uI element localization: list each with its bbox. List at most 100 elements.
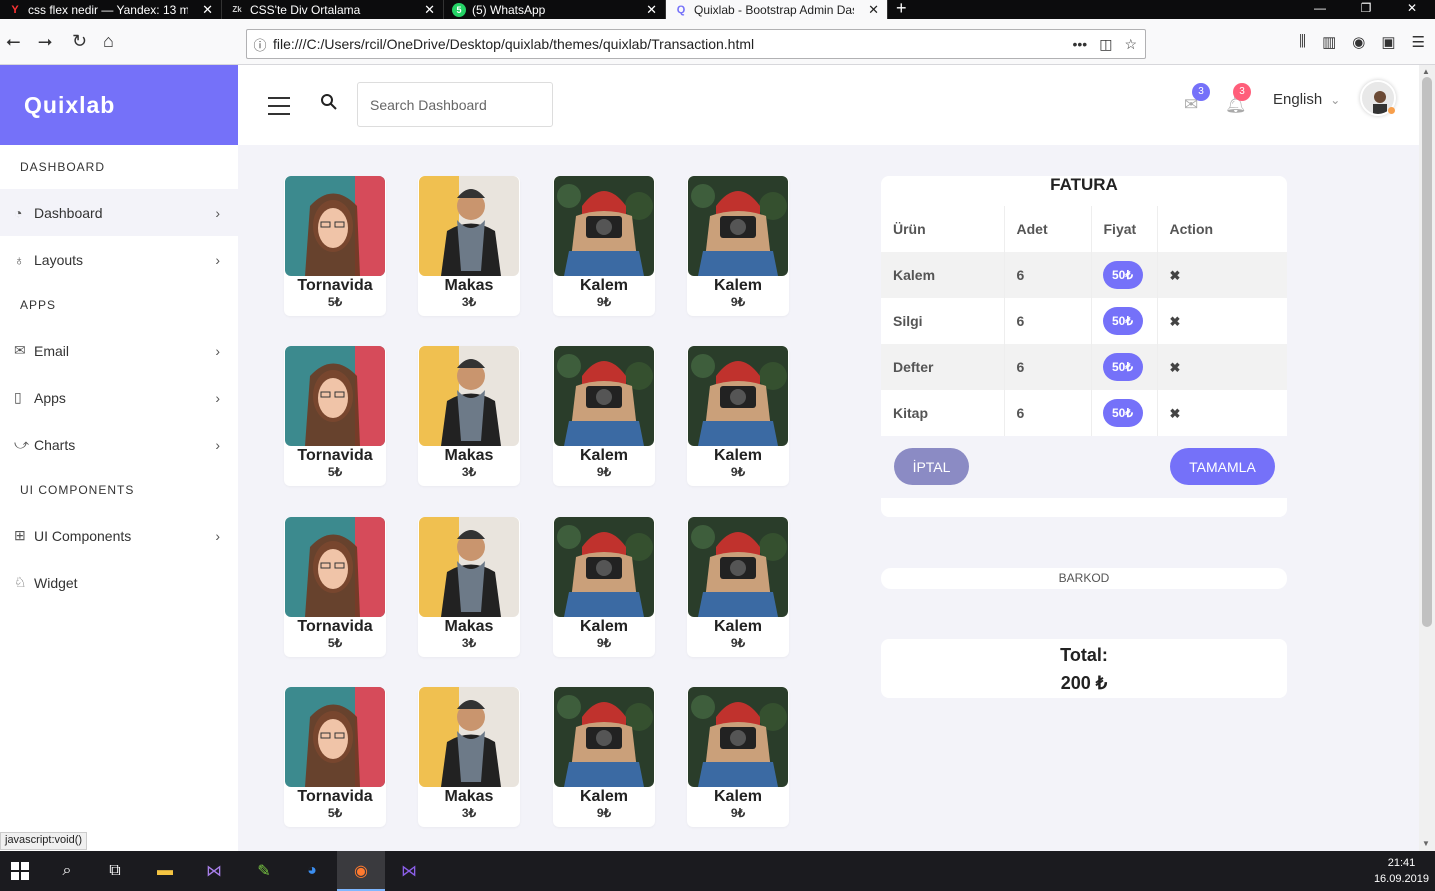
hamburger-icon[interactable] [268, 97, 290, 121]
forward-icon[interactable]: ⭢ [38, 31, 52, 52]
search-input[interactable] [357, 82, 553, 127]
firefox-dev-icon[interactable]: ◕ [300, 859, 324, 883]
product-card[interactable]: Tornavida 5₺ [284, 687, 386, 827]
browser-tab[interactable]: Y css flex nedir — Yandex: 13 milli ✕ [0, 0, 222, 19]
product-price: 3₺ [461, 295, 477, 309]
product-card[interactable]: Makas 3₺ [418, 517, 520, 657]
total-card: Total: 200 ₺ [881, 639, 1287, 698]
visual-studio-code-icon[interactable]: ⋈ [397, 859, 421, 883]
price-badge: 50₺ [1102, 307, 1143, 335]
browser-tab[interactable]: Zk CSS'te Div Ortalama ✕ [222, 0, 444, 19]
account-icon[interactable]: ◉ [1352, 33, 1365, 51]
cancel-button[interactable]: İPTAL [894, 448, 969, 485]
windows-start-icon[interactable] [8, 859, 32, 883]
complete-button[interactable]: TAMAMLA [1170, 448, 1275, 485]
close-icon[interactable]: ✕ [646, 2, 657, 18]
scrollbar-thumb[interactable] [1422, 77, 1432, 627]
product-card[interactable]: Tornavida 5₺ [284, 346, 386, 486]
column-header: Ürün [881, 206, 1005, 252]
sidebar-item-dashboard[interactable]: ◔ Dashboard › [0, 189, 238, 236]
window-controls: — ❐ ✕ [1297, 0, 1435, 17]
search-icon[interactable] [320, 93, 337, 115]
quixlab-icon: Q [676, 3, 686, 16]
remove-icon[interactable]: ✖ [1170, 406, 1181, 421]
product-card[interactable]: Kalem 9₺ [553, 176, 655, 316]
scrollbar[interactable]: ▲ ▼ [1419, 65, 1435, 851]
close-window-icon[interactable]: ✕ [1389, 0, 1435, 17]
product-price: 9₺ [596, 806, 612, 820]
sidebar-item-widget[interactable]: ♘ Widget [0, 559, 238, 606]
product-card[interactable]: Kalem 9₺ [553, 517, 655, 657]
url-bar[interactable]: ⓘ file:///C:/Users/rcil/OneDrive/Desktop… [246, 29, 1146, 59]
grid-icon: ⊞ [14, 527, 26, 543]
product-card[interactable]: Kalem 9₺ [687, 176, 789, 316]
back-icon[interactable]: ⭠ [6, 31, 20, 52]
menu-icon[interactable]: ☰ [1412, 33, 1425, 51]
search-icon[interactable]: ⌕ [55, 859, 79, 883]
scroll-down-icon[interactable]: ▼ [1422, 839, 1430, 848]
home-icon[interactable]: ⌂ [103, 31, 114, 52]
clock[interactable]: 21:41 16.09.2019 [1374, 855, 1429, 887]
reload-icon[interactable]: ↻ [72, 31, 87, 52]
product-card[interactable]: Kalem 9₺ [687, 517, 789, 657]
sidebar-item-label: Dashboard [34, 204, 103, 221]
language-select[interactable]: English ⌄ [1273, 91, 1340, 108]
product-card[interactable]: Makas 3₺ [418, 346, 520, 486]
library-icon[interactable]: ⫼ [1299, 33, 1306, 51]
product-name: Tornavida [297, 788, 373, 805]
tab-title: CSS'te Div Ortalama [250, 2, 361, 17]
remove-icon[interactable]: ✖ [1170, 360, 1181, 375]
language-label: English [1273, 91, 1323, 108]
scroll-up-icon[interactable]: ▲ [1422, 67, 1430, 76]
product-card[interactable]: Kalem 9₺ [687, 346, 789, 486]
sidebar-item-email[interactable]: ✉ Email › [0, 327, 238, 374]
mail-icon[interactable]: ✉ 3 [1184, 83, 1210, 115]
brand-logo[interactable]: Quixlab [0, 65, 238, 145]
sidebar-item-charts[interactable]: ⤻ Charts › [0, 421, 238, 468]
product-name: Kalem [579, 447, 629, 464]
info-icon[interactable]: ⓘ [247, 35, 273, 54]
product-name: Kalem [713, 788, 763, 805]
product-card[interactable]: Kalem 9₺ [553, 346, 655, 486]
product-card[interactable]: Tornavida 5₺ [284, 517, 386, 657]
notification-badge: 3 [1233, 83, 1251, 101]
sidebar-item-apps[interactable]: ▯ Apps › [0, 374, 238, 421]
product-price: 9₺ [596, 636, 612, 650]
barcode-field[interactable]: BARKOD [881, 568, 1287, 589]
bookmark-star-icon[interactable]: ☆ [1124, 36, 1137, 53]
browser-tab-active[interactable]: Q Quixlab - Bootstrap Admin Das ✕ [666, 0, 888, 19]
new-tab-button[interactable]: + [888, 0, 915, 19]
app-icon[interactable]: ✎ [252, 859, 276, 883]
table-row: Silgi 6 50₺ ✖ [881, 298, 1287, 344]
chevron-right-icon: › [215, 527, 220, 544]
bulb-icon: ♁ [14, 251, 25, 268]
sidebar-item-ui-components[interactable]: ⊞ UI Components › [0, 512, 238, 559]
visual-studio-icon[interactable]: ⋈ [202, 859, 226, 883]
close-icon[interactable]: ✕ [424, 2, 435, 18]
product-name: Tornavida [297, 618, 373, 635]
sidebar-toggle-icon[interactable]: ▥ [1322, 33, 1336, 51]
more-icon[interactable]: ••• [1072, 36, 1087, 53]
remove-icon[interactable]: ✖ [1170, 314, 1181, 329]
task-view-icon[interactable]: ⧉ [103, 859, 127, 883]
minimize-icon[interactable]: — [1297, 0, 1343, 17]
remove-icon[interactable]: ✖ [1170, 268, 1181, 283]
url-text[interactable]: file:///C:/Users/rcil/OneDrive/Desktop/q… [273, 36, 1072, 52]
extension-icon[interactable]: ▣ [1381, 33, 1395, 51]
sidebar-item-label: Email [34, 342, 70, 359]
product-card[interactable]: Makas 3₺ [418, 687, 520, 827]
product-card[interactable]: Tornavida 5₺ [284, 176, 386, 316]
pocket-icon[interactable]: ◫ [1099, 36, 1112, 53]
product-card[interactable]: Makas 3₺ [418, 176, 520, 316]
close-icon[interactable]: ✕ [868, 2, 879, 18]
restore-icon[interactable]: ❐ [1343, 0, 1389, 17]
firefox-icon[interactable]: ◉ [349, 859, 373, 883]
close-icon[interactable]: ✕ [202, 2, 213, 18]
product-card[interactable]: Kalem 9₺ [687, 687, 789, 827]
sidebar-item-layouts[interactable]: ♁ Layouts › [0, 236, 238, 283]
file-explorer-icon[interactable]: ▬ [153, 859, 177, 883]
product-card[interactable]: Kalem 9₺ [553, 687, 655, 827]
browser-tab[interactable]: 5 (5) WhatsApp ✕ [444, 0, 666, 19]
product-cell: Silgi [881, 298, 1005, 344]
bell-icon[interactable]: 🔔︎ 3 [1225, 83, 1251, 115]
